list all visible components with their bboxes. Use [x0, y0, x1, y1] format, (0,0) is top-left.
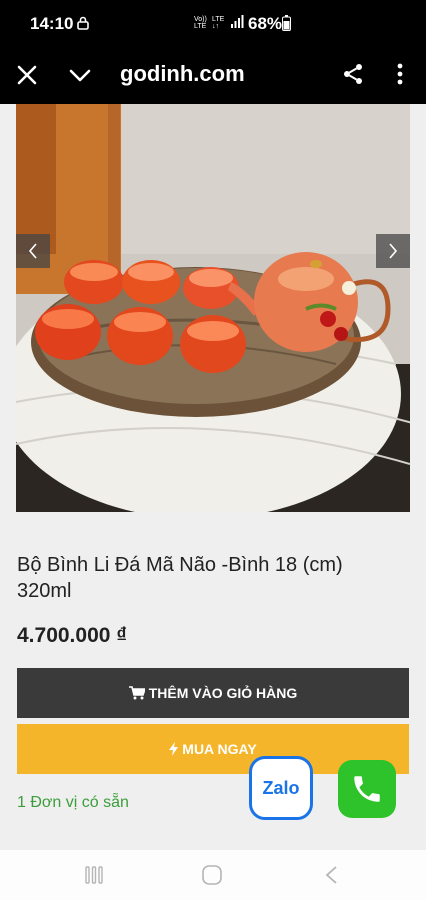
buy-now-label: MUA NGAY	[182, 741, 257, 757]
lte-indicator: LTE ↓↑	[212, 16, 225, 30]
share-icon[interactable]	[341, 62, 365, 86]
product-photo-illustration	[16, 104, 410, 512]
stock-status: 1 Đơn vị có sẵn	[17, 794, 129, 811]
volte-indicator: Vo)) LTE	[194, 16, 207, 30]
phone-icon	[354, 776, 380, 802]
cart-icon	[128, 686, 145, 700]
product-title: Bộ Bình Li Đá Mã Não -Bình 18 (cm) 320ml	[17, 554, 343, 602]
phone-call-button[interactable]	[338, 760, 396, 818]
back-icon[interactable]	[324, 865, 338, 885]
signal-icon	[231, 15, 244, 28]
close-icon[interactable]	[16, 64, 38, 86]
product-price: 4.700.000 ₫	[17, 624, 128, 647]
image-next-button[interactable]	[376, 234, 410, 268]
home-icon[interactable]	[201, 864, 223, 886]
add-to-cart-label: THÊM VÀO GIỎ HÀNG	[148, 685, 298, 701]
image-prev-button[interactable]	[16, 234, 50, 268]
chevron-right-icon	[389, 243, 398, 259]
recent-apps-icon[interactable]	[84, 865, 104, 885]
browser-toolbar: godinh.com	[0, 48, 426, 104]
zalo-label: Zalo	[262, 777, 300, 798]
battery-icon	[282, 15, 291, 31]
chevron-down-icon[interactable]	[68, 64, 92, 86]
bolt-icon	[169, 742, 179, 756]
status-bar: 14:10 Vo)) LTE LTE ↓↑ 68%	[0, 0, 426, 48]
zalo-button[interactable]: Zalo	[249, 756, 313, 820]
status-time: 14:10	[30, 14, 74, 33]
battery-percent: 68%	[248, 14, 283, 33]
chevron-left-icon	[28, 243, 37, 259]
add-to-cart-button[interactable]: THÊM VÀO GIỎ HÀNG	[17, 668, 409, 718]
product-page: Bộ Bình Li Đá Mã Não -Bình 18 (cm) 320ml…	[0, 104, 426, 850]
product-image[interactable]	[16, 104, 410, 512]
more-vertical-icon[interactable]	[390, 62, 410, 86]
lock-icon	[77, 16, 89, 30]
system-nav-bar	[0, 850, 426, 900]
url-text[interactable]: godinh.com	[120, 61, 245, 87]
cups	[35, 260, 246, 373]
